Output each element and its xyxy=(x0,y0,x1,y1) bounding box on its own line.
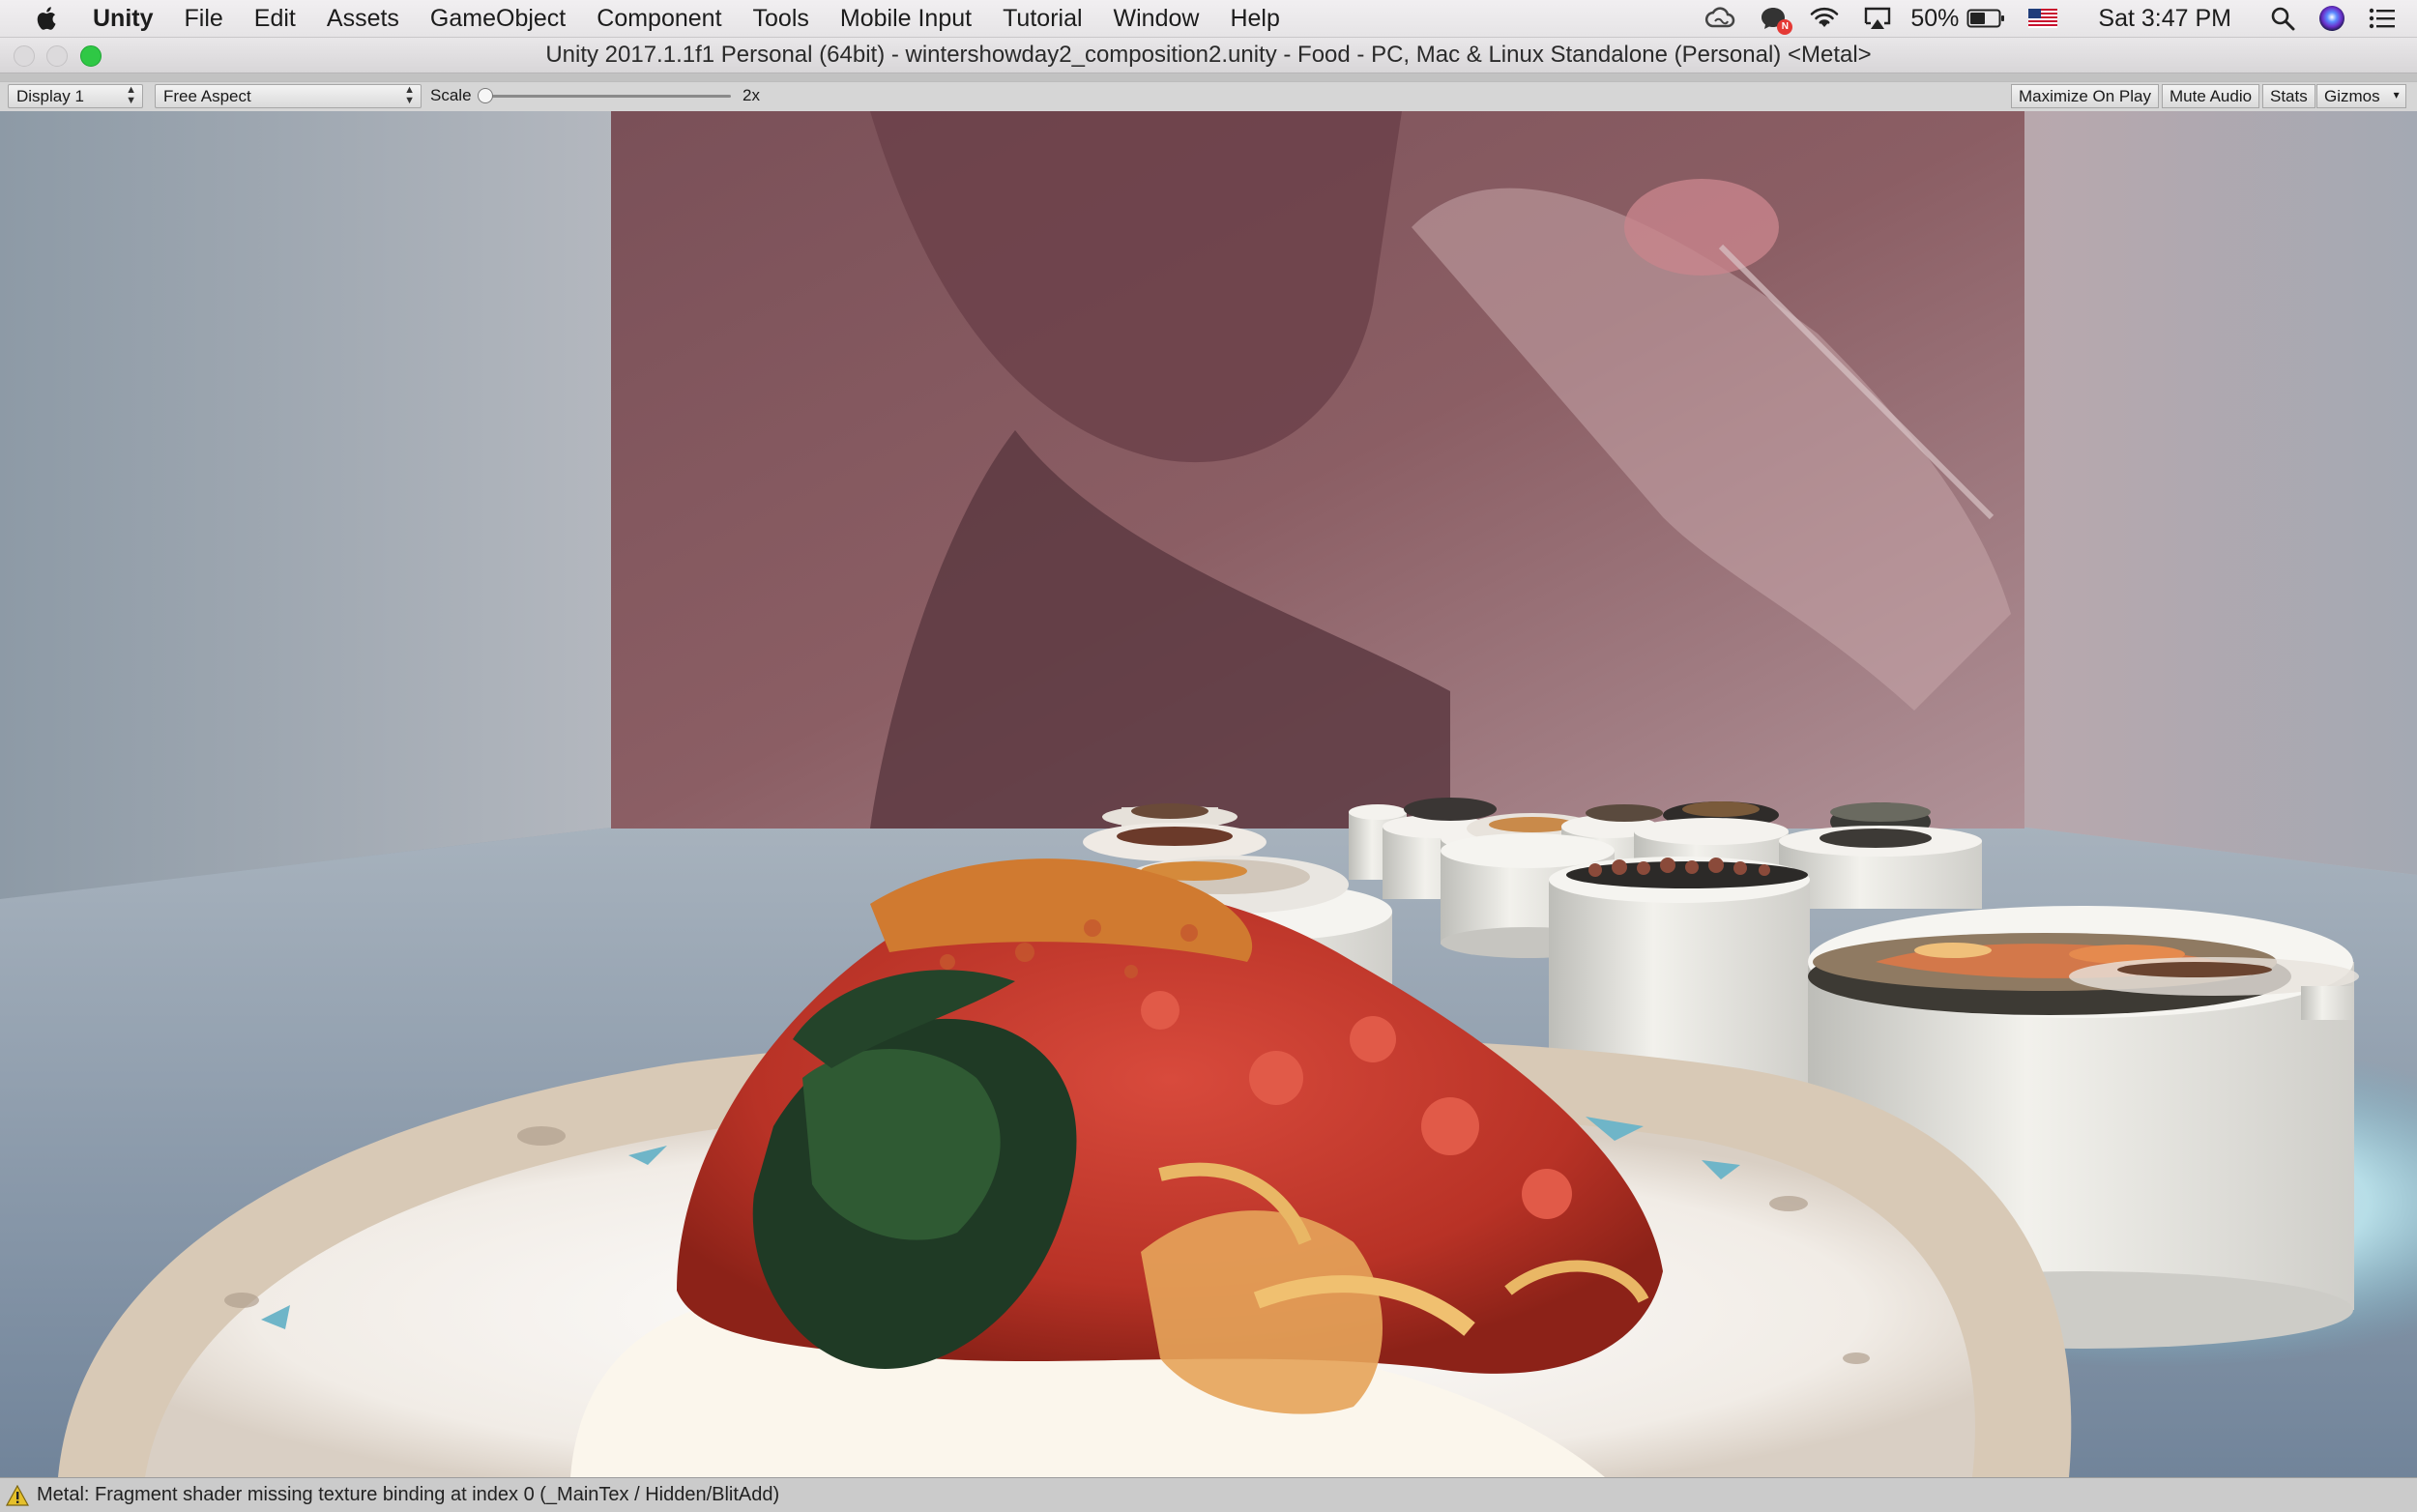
warning-icon xyxy=(6,1484,29,1506)
spotlight-search-icon[interactable] xyxy=(2270,6,2295,31)
aspect-ratio-dropdown[interactable]: Free Aspect ▲ ▼ xyxy=(155,84,422,108)
menu-gameobject[interactable]: GameObject xyxy=(430,5,566,33)
menu-file[interactable]: File xyxy=(185,5,223,33)
scale-slider-thumb[interactable] xyxy=(478,88,493,103)
dropdown-arrows-icon: ▲ ▼ xyxy=(126,84,136,106)
notification-center-icon[interactable] xyxy=(2369,8,2396,29)
stats-toggle[interactable]: Stats xyxy=(2262,84,2315,108)
display-dropdown-label: Display 1 xyxy=(16,87,84,105)
console-status-bar[interactable]: Metal: Fragment shader missing texture b… xyxy=(0,1477,2417,1512)
menu-edit[interactable]: Edit xyxy=(254,5,296,33)
menu-tutorial[interactable]: Tutorial xyxy=(1003,5,1082,33)
menu-mobile-input[interactable]: Mobile Input xyxy=(840,5,972,33)
maximize-on-play-toggle[interactable]: Maximize On Play xyxy=(2011,84,2159,108)
apple-logo-icon[interactable] xyxy=(33,4,62,33)
chevron-down-icon: ▾ xyxy=(2393,88,2400,102)
battery-icon[interactable] xyxy=(1966,8,2005,29)
menu-app-unity[interactable]: Unity xyxy=(93,5,154,33)
scale-value: 2x xyxy=(743,86,760,104)
game-scene-render xyxy=(0,111,2417,1477)
game-view-toolbar: Display 1 ▲ ▼ Free Aspect ▲ ▼ Scale 2x Max… xyxy=(0,81,2417,112)
window-title: Unity 2017.1.1f1 Personal (64bit) - wint… xyxy=(545,42,1872,68)
scale-slider-track[interactable] xyxy=(483,95,731,98)
menu-component[interactable]: Component xyxy=(597,5,721,33)
dropdown-arrows-icon: ▲ ▼ xyxy=(404,84,415,106)
display-dropdown[interactable]: Display 1 ▲ ▼ xyxy=(8,84,143,108)
wifi-icon[interactable] xyxy=(1810,7,1839,30)
chat-notification-icon[interactable]: N xyxy=(1760,6,1793,35)
console-status-message: Metal: Fragment shader missing texture b… xyxy=(37,1484,780,1505)
input-source-us-flag-icon[interactable] xyxy=(2028,9,2058,28)
airplay-icon[interactable] xyxy=(1862,6,1893,31)
siri-icon[interactable] xyxy=(2318,5,2345,32)
battery-percentage: 50% xyxy=(1910,4,1960,32)
menu-help[interactable]: Help xyxy=(1230,5,1279,33)
gizmos-label: Gizmos xyxy=(2324,87,2380,105)
creative-cloud-icon[interactable] xyxy=(1704,7,1736,30)
gizmos-dropdown[interactable]: Gizmos ▾ xyxy=(2316,84,2406,108)
menu-bar-clock[interactable]: Sat 3:47 PM xyxy=(2098,5,2231,33)
game-viewport[interactable] xyxy=(0,111,2417,1477)
menu-bar-status-area: N 50% Sat 3:47 PM xyxy=(1692,0,2417,37)
notification-badge: N xyxy=(1777,19,1793,35)
macos-menu-bar: Unity File Edit Assets GameObject Compon… xyxy=(0,0,2417,38)
menu-tools[interactable]: Tools xyxy=(753,5,809,33)
game-tab-strip xyxy=(0,73,2417,81)
menu-assets[interactable]: Assets xyxy=(327,5,399,33)
window-title-bar: Unity 2017.1.1f1 Personal (64bit) - wint… xyxy=(0,38,2417,73)
mute-audio-toggle[interactable]: Mute Audio xyxy=(2162,84,2260,108)
menu-window[interactable]: Window xyxy=(1114,5,1200,33)
aspect-ratio-label: Free Aspect xyxy=(163,87,251,105)
scale-label: Scale xyxy=(430,86,472,104)
